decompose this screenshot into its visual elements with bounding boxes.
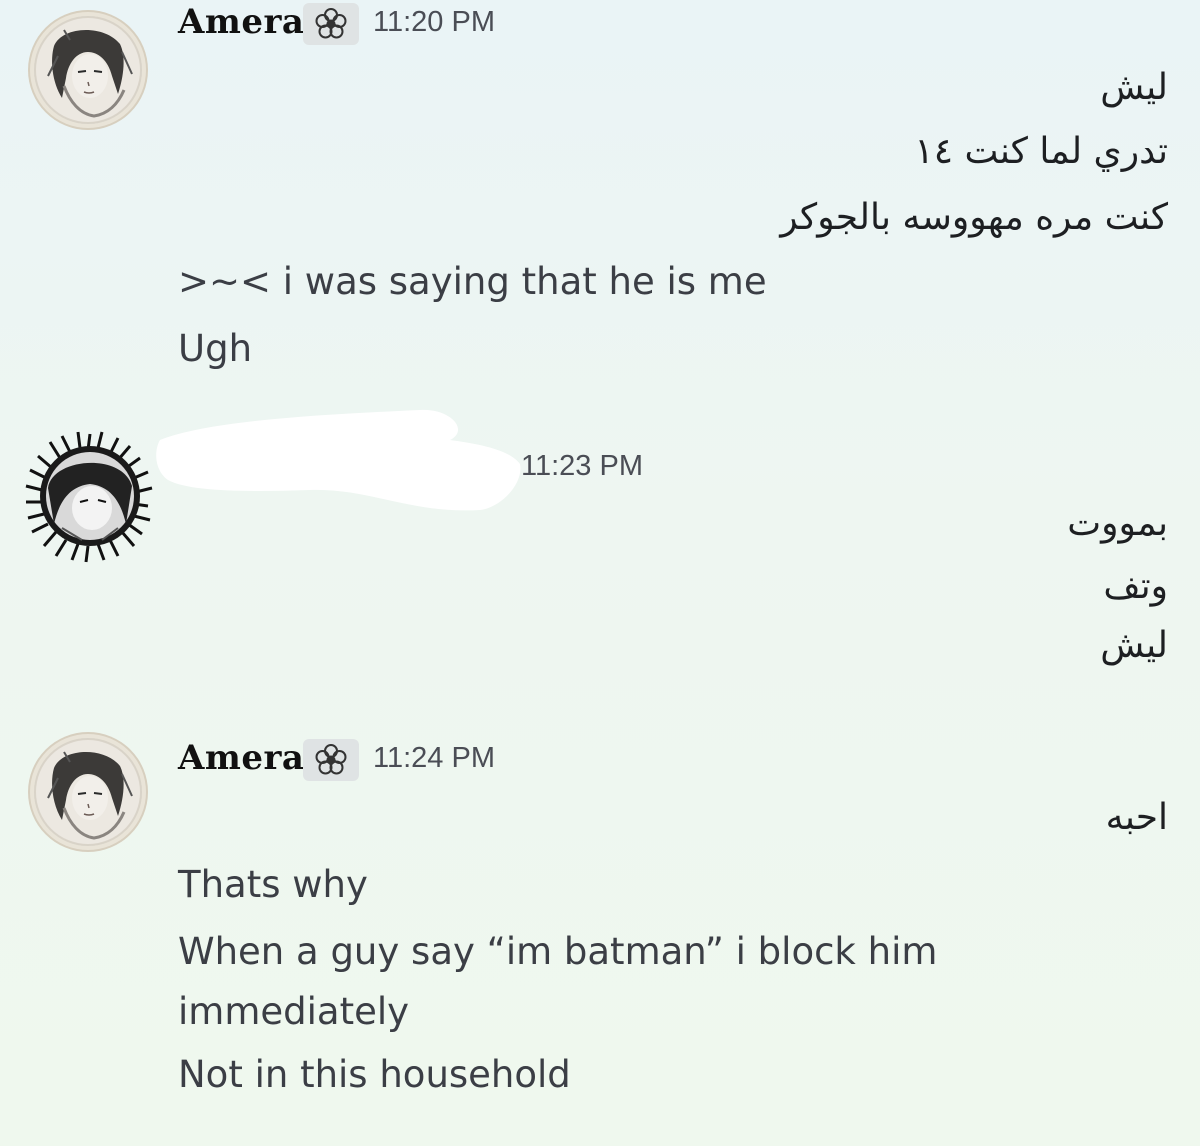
avatar-user[interactable] bbox=[22, 428, 158, 564]
message-line[interactable]: >~< i was saying that he is me bbox=[178, 260, 767, 304]
message-timestamp: 11:24 PM bbox=[373, 742, 495, 774]
message-line[interactable]: وتف bbox=[1103, 565, 1168, 608]
message-line[interactable]: Not in this household bbox=[178, 1053, 571, 1097]
message-line[interactable]: بمووت bbox=[1067, 502, 1168, 545]
author-badge[interactable] bbox=[303, 3, 359, 45]
flower-icon bbox=[315, 8, 347, 39]
message-line[interactable]: Ugh bbox=[178, 327, 252, 371]
message-line[interactable]: Thats why bbox=[178, 863, 368, 907]
author-badge[interactable] bbox=[303, 739, 359, 781]
avatar-portrait-icon bbox=[36, 18, 140, 122]
flower-icon bbox=[315, 744, 347, 775]
avatar-amera[interactable] bbox=[34, 738, 142, 846]
author-name[interactable]: Amera bbox=[178, 2, 304, 42]
message-timestamp: 11:23 PM bbox=[521, 450, 643, 482]
message-line[interactable]: ليش bbox=[1100, 624, 1168, 667]
message-timestamp: 11:20 PM bbox=[373, 6, 495, 38]
avatar-portrait-icon bbox=[36, 740, 140, 844]
message-line[interactable]: تدري لما كنت ١٤ bbox=[914, 130, 1168, 173]
message-line[interactable]: ليش bbox=[1100, 66, 1168, 109]
message-line[interactable]: احبه bbox=[1106, 796, 1168, 839]
author-name[interactable]: Amera bbox=[178, 738, 304, 778]
avatar-dark-icon bbox=[25, 431, 153, 563]
message-line[interactable]: كنت مره مهووسه بالجوكر bbox=[780, 196, 1168, 239]
avatar-amera[interactable] bbox=[34, 16, 142, 124]
redaction-scribble bbox=[156, 409, 521, 511]
message-line[interactable]: When a guy say “im batman” i block him i… bbox=[178, 922, 958, 1042]
